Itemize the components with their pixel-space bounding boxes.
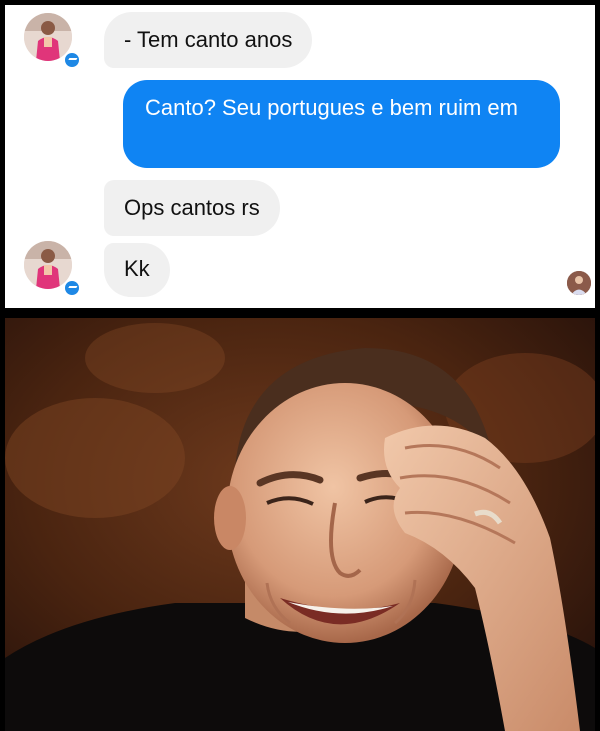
- incoming-message: Kk: [104, 243, 170, 297]
- reaction-photo: [5, 318, 595, 731]
- messenger-icon: [63, 279, 81, 297]
- messenger-icon: [63, 51, 81, 69]
- laughing-man-image: [5, 318, 595, 731]
- incoming-message: - Tem canto anos: [104, 12, 313, 68]
- outgoing-message: Canto? Seu portugues e bem ruim em: [123, 80, 560, 168]
- meme-frame: - Tem canto anos Canto? Seu portugues e …: [0, 0, 600, 731]
- seen-avatar-icon: [567, 271, 591, 295]
- incoming-message: Ops cantos rs: [104, 180, 280, 236]
- chat-panel: - Tem canto anos Canto? Seu portugues e …: [5, 5, 595, 308]
